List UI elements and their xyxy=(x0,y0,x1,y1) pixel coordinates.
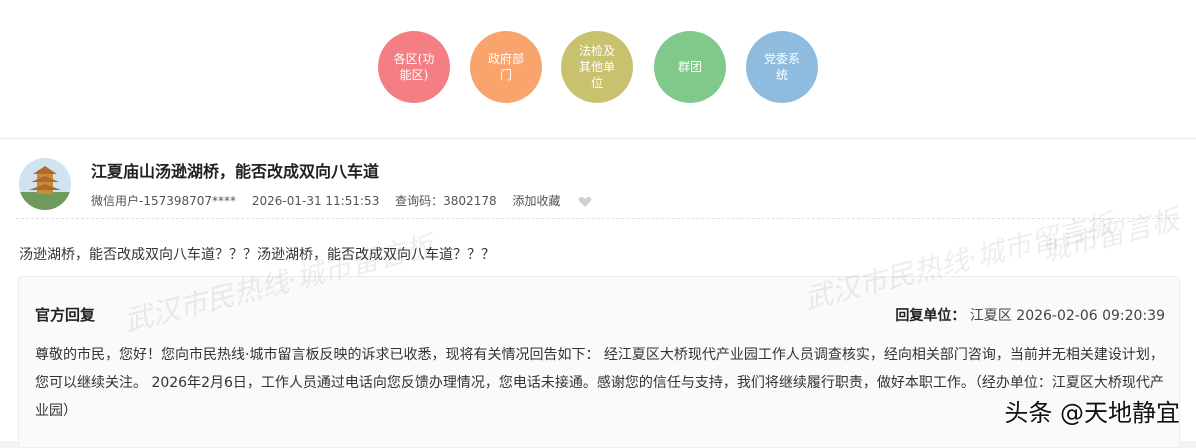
post-title[interactable]: 江夏庙山汤逊湖桥，能否改成双向八车道 xyxy=(91,158,379,182)
reply-title: 官方回复 xyxy=(35,306,96,324)
reply-unit-info: 回复单位： 江夏区 2026-02-06 09:20:39 xyxy=(895,305,1165,325)
avatar xyxy=(19,158,71,210)
category-label: 政府部门 xyxy=(487,52,524,82)
post-meta: 微信用户-157398707**** 2026-01-31 11:51:53 查… xyxy=(91,192,592,209)
category-party-committee[interactable]: 党委系统 xyxy=(746,31,818,103)
category-government[interactable]: 政府部门 xyxy=(470,31,542,103)
category-districts[interactable]: 各区(功能区) xyxy=(378,31,450,103)
reply-unit-label: 回复单位： xyxy=(895,308,966,324)
post-query-code: 查询码：3802178 xyxy=(395,194,497,208)
category-bar: 各区(功能区) 政府部门 法检及其他单位 群团 党委系统 xyxy=(0,0,1196,140)
reply-unit: 江夏区 xyxy=(969,308,1012,324)
pagoda-image xyxy=(19,158,71,210)
category-label: 法检及其他单位 xyxy=(578,44,615,90)
reply-text: 尊敬的市民，您好！您向市民热线·城市留言板反映的诉求已收悉，现将有关情况回告如下… xyxy=(35,347,1164,419)
category-label: 群团 xyxy=(677,60,702,74)
post-datetime: 2026-01-31 11:51:53 xyxy=(251,194,380,208)
category-label: 党委系统 xyxy=(763,52,800,82)
reply-datetime: 2026-02-06 09:20:39 xyxy=(1016,308,1165,324)
post-content: 汤逊湖桥，能否改成双向八车道？？？汤逊湖桥，能否改成双向八车道？？？ xyxy=(19,247,495,263)
add-favorite-link[interactable]: 添加收藏 xyxy=(512,194,560,208)
heart-icon[interactable] xyxy=(578,196,592,208)
category-mass-organizations[interactable]: 群团 xyxy=(654,31,726,103)
divider xyxy=(16,218,1180,219)
post-user: 微信用户-157398707**** xyxy=(91,194,237,208)
source-attribution: 头条 @天地静宜 xyxy=(1004,399,1180,427)
category-judicial[interactable]: 法检及其他单位 xyxy=(561,31,633,103)
category-label: 各区(功能区) xyxy=(393,52,435,82)
